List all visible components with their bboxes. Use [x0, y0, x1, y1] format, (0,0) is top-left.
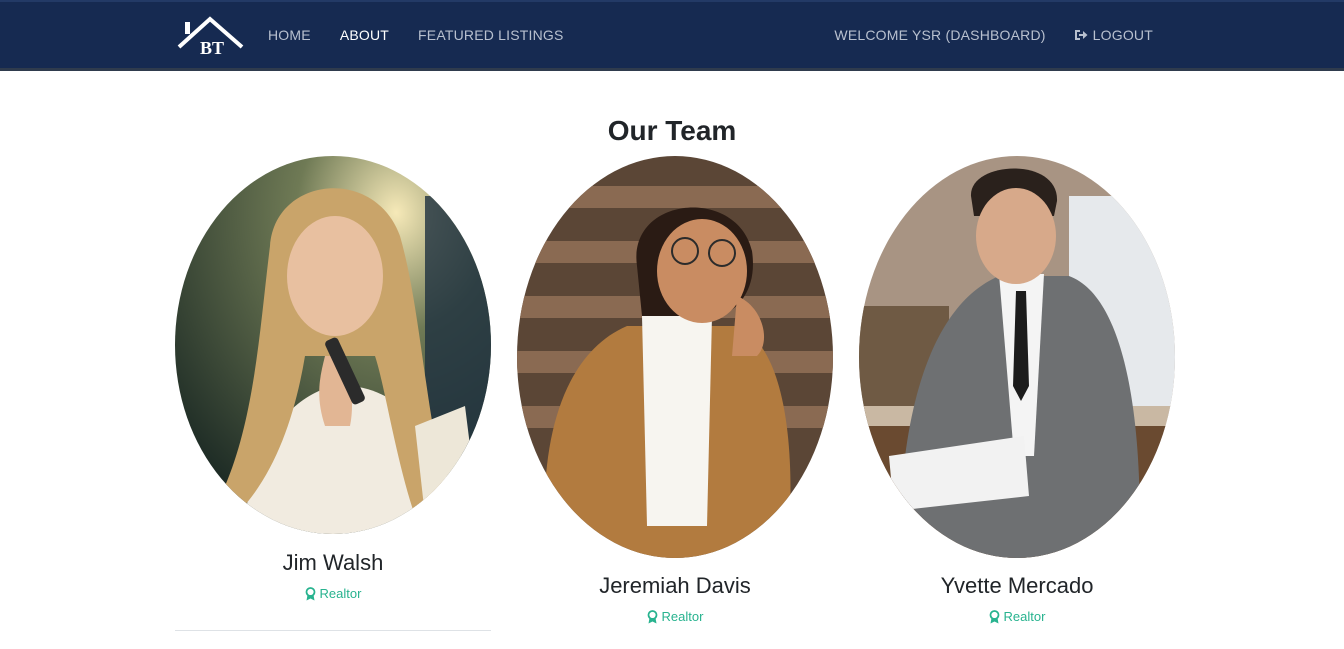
team-member-card: Jeremiah Davis Realtor — [517, 156, 833, 630]
nav-about-link[interactable]: ABOUT — [340, 27, 389, 43]
award-icon — [647, 609, 657, 623]
member-role-label: Realtor — [319, 586, 362, 601]
svg-text:BT: BT — [200, 38, 224, 58]
user-nav: WELCOME YSR (DASHBOARD) LOGOUT — [806, 27, 1153, 43]
member-role: Realtor — [175, 586, 491, 601]
welcome-dashboard-link[interactable]: WELCOME YSR (DASHBOARD) — [834, 27, 1045, 43]
sign-out-icon — [1074, 30, 1088, 40]
member-photo — [859, 156, 1175, 558]
nav-home-link[interactable]: HOME — [268, 27, 311, 43]
card-divider — [175, 630, 491, 631]
member-name: Jim Walsh — [282, 550, 384, 575]
member-role: Realtor — [517, 609, 833, 624]
member-photo — [517, 156, 833, 558]
member-role-label: Realtor — [661, 609, 704, 624]
house-logo-icon: BT — [177, 16, 244, 58]
member-role: Realtor — [859, 609, 1175, 624]
page-title: Our Team — [607, 115, 737, 146]
award-icon — [989, 609, 999, 623]
top-navbar: BT HOME ABOUT FEATURED LISTINGS WELCOME … — [0, 0, 1344, 71]
member-photo — [175, 156, 491, 534]
nav-featured-listings-link[interactable]: FEATURED LISTINGS — [418, 27, 564, 43]
logout-link[interactable]: LOGOUT — [1074, 27, 1153, 43]
member-role-label: Realtor — [1003, 609, 1046, 624]
award-icon — [305, 586, 315, 600]
primary-nav: HOME ABOUT FEATURED LISTINGS — [268, 27, 593, 43]
team-member-card: Yvette Mercado Realtor — [859, 156, 1175, 630]
logout-label: LOGOUT — [1092, 27, 1153, 43]
team-member-card: Jim Walsh Realtor — [175, 156, 491, 630]
member-name: Jeremiah Davis — [599, 573, 751, 598]
brand-logo[interactable]: BT — [176, 16, 246, 58]
member-name: Yvette Mercado — [940, 573, 1094, 598]
